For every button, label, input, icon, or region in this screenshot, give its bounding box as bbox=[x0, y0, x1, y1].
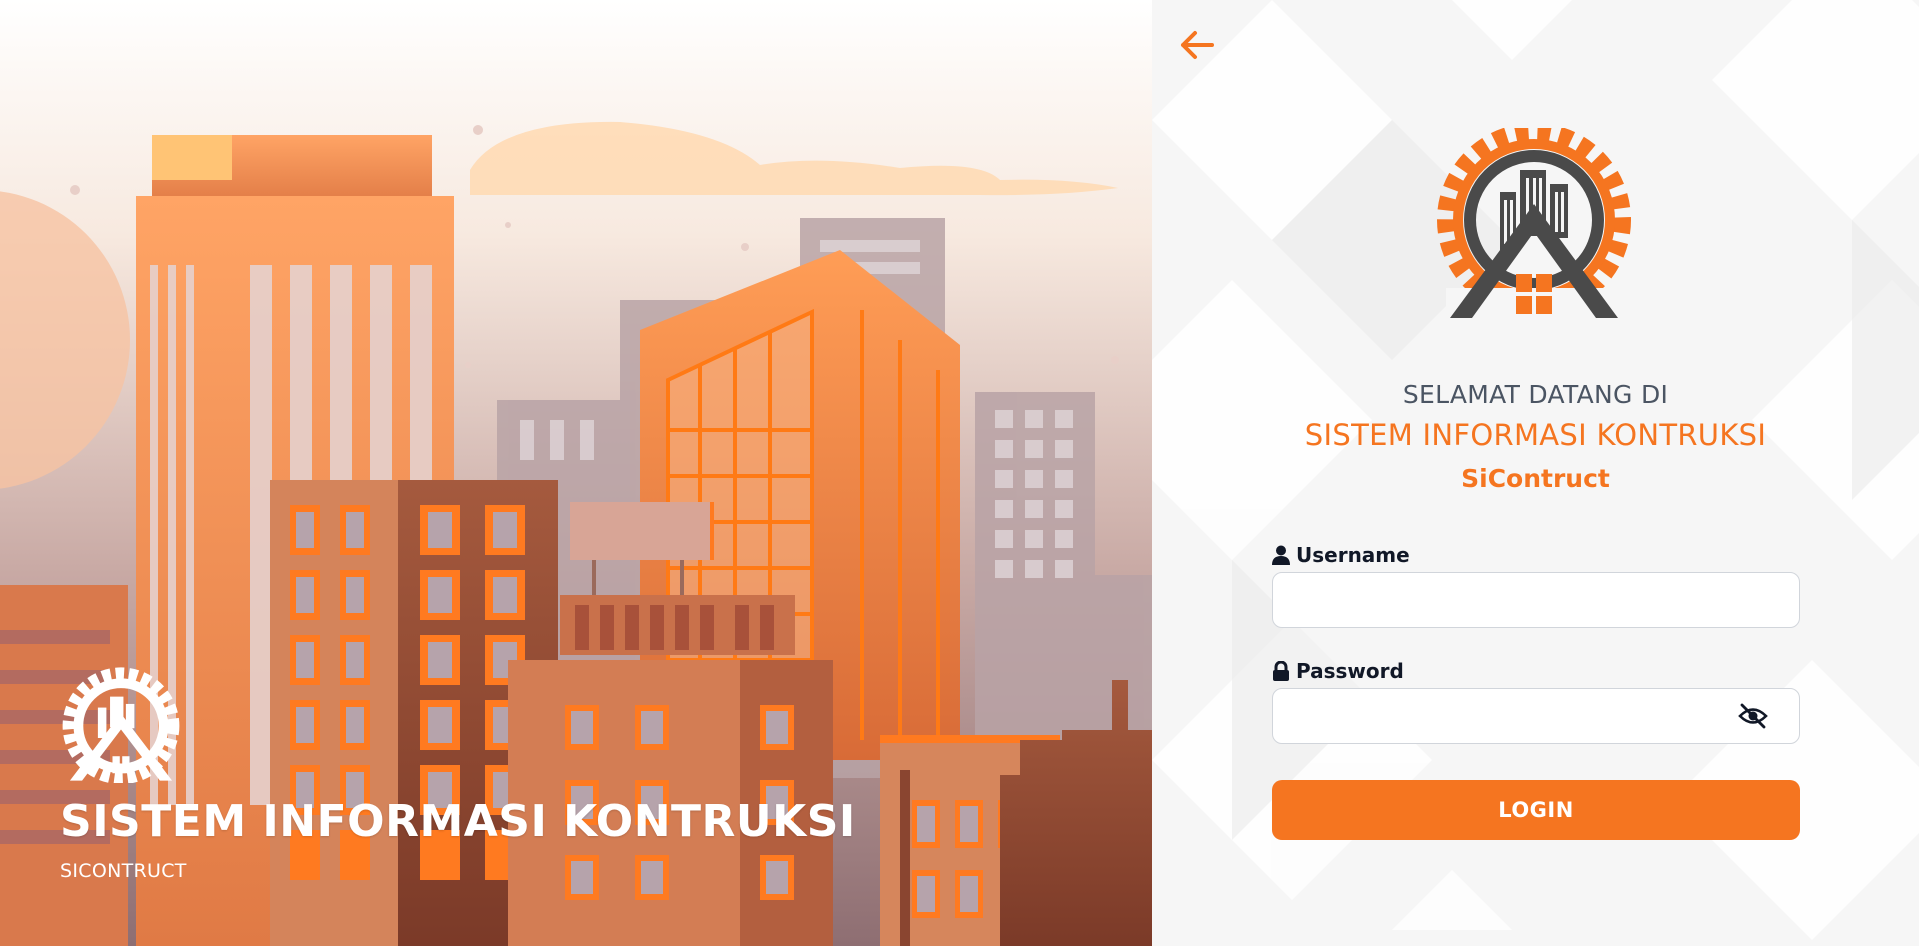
construction-logo-icon bbox=[1437, 128, 1631, 322]
user-icon bbox=[1272, 545, 1290, 565]
welcome-heading: SELAMAT DATANG DI bbox=[1402, 380, 1669, 409]
login-panel: SELAMAT DATANG DI SISTEM INFORMASI KONTR… bbox=[1152, 0, 1919, 946]
lock-icon bbox=[1273, 661, 1289, 681]
left-logo bbox=[60, 665, 182, 787]
system-name: SISTEM INFORMASI KONTRUKSI bbox=[1304, 418, 1767, 452]
password-input[interactable] bbox=[1272, 688, 1800, 744]
app-name: SiContruct bbox=[1461, 464, 1610, 493]
eye-slash-icon bbox=[1738, 703, 1768, 729]
hero-title: SISTEM INFORMASI KONTRUKSI bbox=[60, 796, 856, 847]
construction-logo-icon bbox=[62, 667, 180, 785]
username-label-text: Username bbox=[1296, 543, 1410, 567]
back-button[interactable] bbox=[1177, 28, 1217, 62]
login-button[interactable]: LOGIN bbox=[1272, 780, 1800, 840]
password-label-text: Password bbox=[1296, 659, 1404, 683]
hero-illustration-panel: SISTEM INFORMASI KONTRUKSI SICONTRUCT bbox=[0, 0, 1152, 946]
password-label: Password bbox=[1272, 659, 1404, 683]
hero-subtitle: SICONTRUCT bbox=[60, 860, 187, 882]
username-input[interactable] bbox=[1272, 572, 1800, 628]
arrow-left-icon bbox=[1181, 31, 1214, 59]
toggle-password-visibility-button[interactable] bbox=[1738, 702, 1768, 730]
username-label: Username bbox=[1272, 543, 1410, 567]
